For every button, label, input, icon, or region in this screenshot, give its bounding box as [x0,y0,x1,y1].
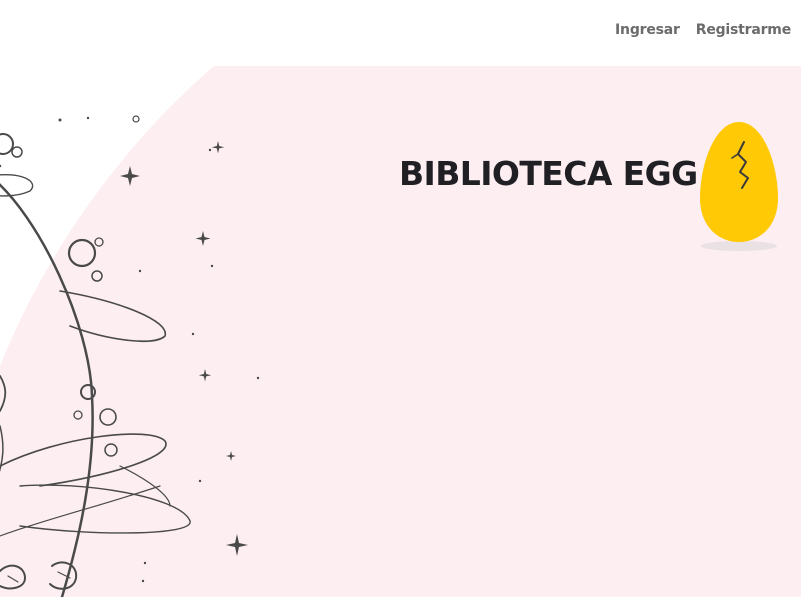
top-navbar: Ingresar Registrarme [0,0,801,66]
register-link[interactable]: Registrarme [696,22,791,38]
auth-nav: Ingresar Registrarme [615,22,791,38]
cracked-egg-icon [700,122,778,251]
hero-section: BIBLIOTECA EGG [0,66,801,597]
hero-background [0,66,801,597]
hero-pink-blob [0,66,801,597]
login-link[interactable]: Ingresar [615,22,680,38]
page-title: BIBLIOTECA EGG [399,154,698,193]
